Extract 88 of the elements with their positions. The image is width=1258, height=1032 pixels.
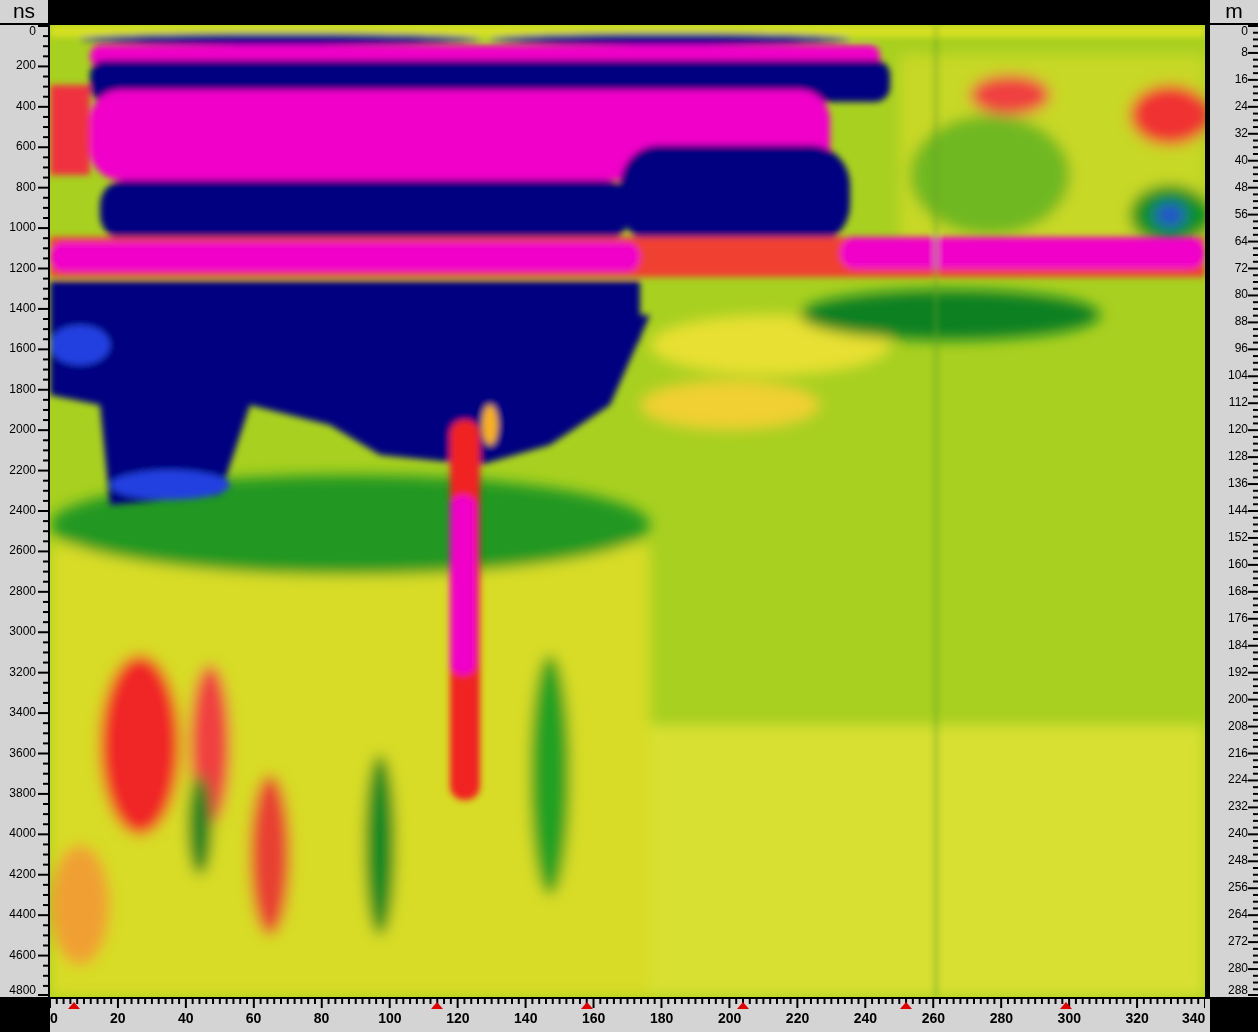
axis-tick-label: 4600: [9, 948, 36, 962]
axis-tick-label: 300: [1057, 1010, 1081, 1026]
axis-tick-label: 8: [1241, 45, 1248, 59]
axis-tick-label: 100: [378, 1010, 402, 1026]
axis-tick-label: 4400: [9, 908, 36, 922]
axis-tick-label: 200: [15, 59, 36, 73]
axis-tick-label: 2200: [9, 463, 36, 477]
axis-tick-label: 0: [1241, 25, 1248, 38]
marker-triangle-icon: [900, 1002, 913, 1009]
axis-tick-label: 264: [1227, 908, 1248, 922]
axis-tick-label: 1600: [9, 342, 36, 356]
axis-tick-label: 272: [1227, 935, 1248, 949]
axis-tick-label: 800: [15, 180, 36, 194]
axis-tick-label: 200: [1227, 692, 1248, 706]
axis-tick-label: 260: [921, 1010, 946, 1026]
axis-tick-label: 4000: [9, 827, 36, 841]
axis-tick-label: 128: [1227, 450, 1248, 464]
axis-tick-label: 2600: [9, 544, 36, 558]
axis-tick-label: 40: [1234, 153, 1248, 167]
axis-tick-label: 120: [446, 1010, 470, 1026]
axis-tick-label: 0: [29, 25, 36, 38]
axis-tick-label: 288: [1227, 984, 1248, 997]
axis-tick-label: 200: [717, 1010, 742, 1026]
axis-tick-label: 2400: [9, 504, 36, 517]
axis-tick-label: 88: [1234, 315, 1248, 329]
axis-tick-label: 140: [514, 1010, 538, 1026]
axis-tick-label: 72: [1234, 261, 1248, 275]
marker-triangle-icon: [737, 1002, 749, 1009]
axis-tick-label: 340: [1182, 1010, 1206, 1026]
axis-tick-label: 32: [1234, 126, 1248, 140]
marker-triangle-icon: [431, 1002, 444, 1009]
axis-unit: m: [1210, 0, 1258, 25]
axis-tick-label: 216: [1227, 746, 1248, 760]
axis-tick-label: 3200: [9, 665, 36, 679]
axis-tick-label: 180: [649, 1010, 674, 1026]
axis-tick-label: 208: [1227, 719, 1248, 733]
axis-tick-label: 1200: [9, 261, 36, 275]
axis-tick-label: 24: [1234, 99, 1248, 113]
axis-tick-label: 168: [1227, 584, 1248, 598]
axis-tick-label: 320: [1125, 1010, 1149, 1026]
axis-tick-label: 144: [1227, 504, 1248, 517]
axis-tick-label: 64: [1234, 234, 1248, 248]
axis-tick-label: 192: [1227, 665, 1248, 679]
axis-tick-label: 104: [1227, 369, 1248, 383]
axis-tick-label: 400: [15, 99, 36, 113]
axis-tick-label: 160: [1227, 557, 1248, 571]
axis-tick-label: 4200: [9, 867, 36, 881]
axis-tick-label: 20: [109, 1010, 126, 1026]
axis-tick-label: 3400: [9, 706, 36, 720]
axis-tick-label: 160: [582, 1010, 606, 1026]
axis-tick-label: 3800: [9, 786, 36, 800]
axis-tick-label: 1400: [9, 301, 36, 315]
axis-tick-label: 1800: [9, 382, 36, 396]
axis-tick-label: 16: [1234, 72, 1248, 86]
axis-tick-label: 152: [1227, 530, 1248, 544]
axis-tick-label: 80: [1234, 288, 1248, 302]
axis-tick-label: 600: [15, 140, 36, 154]
axis-tick-label: 40: [177, 1010, 194, 1026]
axis-tick-label: 240: [853, 1010, 878, 1026]
axis-tick-label: 2800: [9, 584, 36, 598]
axis-unit: ns: [0, 0, 48, 25]
axis-tick-label: 120: [1227, 423, 1248, 437]
axis-tick-label: 3600: [9, 746, 36, 760]
axis-tick-label: 136: [1227, 477, 1248, 491]
axis-tick-label: 220: [785, 1010, 810, 1026]
axis-tick-label: 60: [245, 1010, 262, 1026]
axis-tick-label: 112: [1228, 396, 1248, 410]
marker-triangle-icon: [67, 1002, 80, 1009]
axis-tick-label: 2000: [9, 423, 36, 437]
axis-tick-label: 96: [1234, 342, 1248, 356]
axis-tick-label: 1000: [9, 221, 36, 235]
axis-tick-label: 280: [1227, 962, 1248, 976]
axis-tick-label: 248: [1227, 854, 1248, 868]
axis-tick-label: 280: [989, 1010, 1014, 1026]
axis-tick-label: 80: [313, 1010, 330, 1026]
axis-tick-label: 256: [1227, 881, 1248, 895]
axis-tick-label: 48: [1234, 180, 1248, 194]
marker-triangle-icon: [580, 1002, 593, 1009]
axis-tick-label: 0: [50, 1010, 58, 1026]
marker-triangle-icon: [1059, 1002, 1072, 1009]
axis-tick-label: 56: [1234, 207, 1248, 221]
axis-tick-label: 3000: [9, 625, 36, 639]
axis-tick-label: 176: [1227, 611, 1248, 625]
axis-tick-label: 224: [1227, 773, 1248, 787]
axis-tick-label: 240: [1227, 827, 1248, 841]
axis-tick-label: 232: [1227, 800, 1248, 814]
axis-tick-label: 184: [1227, 638, 1248, 652]
axis-tick-label: 4800: [9, 984, 36, 997]
